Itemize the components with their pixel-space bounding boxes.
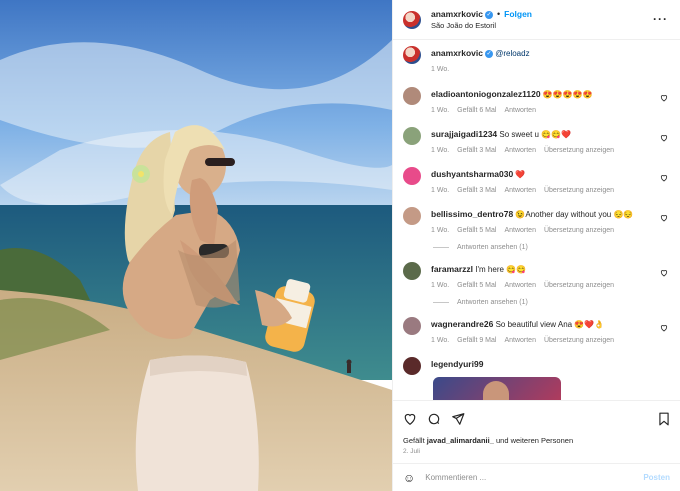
comment-username[interactable]: dushyantsharma030 [431, 169, 513, 179]
comment-username[interactable]: bellissimo_dentro78 [431, 209, 513, 219]
post-comment-button[interactable]: Posten [643, 473, 670, 482]
caption-avatar[interactable] [403, 46, 421, 64]
caption-username[interactable]: anamxrkovic [431, 48, 483, 58]
divider-line [433, 247, 449, 248]
view-replies-label: Antworten ansehen (1) [457, 244, 528, 251]
translate-link[interactable]: Übersetzung anzeigen [544, 227, 614, 234]
comment-username[interactable]: legendyuri99 [431, 359, 483, 369]
comment-time: 1 Wo. [431, 337, 450, 344]
translate-link[interactable]: Übersetzung anzeigen [544, 187, 614, 194]
reply-button[interactable]: Antworten [504, 337, 536, 344]
post-header: anamxrkovic ✓ • Folgen São João do Estoril … [393, 0, 680, 40]
like-heart-icon[interactable] [403, 412, 417, 426]
share-icon[interactable] [451, 412, 465, 426]
comment-likes[interactable]: Gefällt 3 Mal [457, 147, 496, 154]
comment-time: 1 Wo. [431, 107, 450, 114]
comment-time: 1 Wo. [431, 282, 450, 289]
comment-text: I'm here 😋😋 [473, 265, 527, 274]
comment-likes[interactable]: Gefällt 5 Mal [457, 282, 496, 289]
commenter-avatar[interactable] [403, 262, 421, 280]
reply-button[interactable]: Antworten [504, 187, 536, 194]
comment-like-heart-icon[interactable] [660, 134, 668, 142]
save-bookmark-icon[interactable] [658, 412, 670, 426]
translate-link[interactable]: Übersetzung anzeigen [544, 147, 614, 154]
comment-likes[interactable]: Gefällt 3 Mal [457, 187, 496, 194]
comment-like-heart-icon[interactable] [660, 94, 668, 102]
comment: faramarzzl I'm here 😋😋 1 Wo. Gefällt 5 Mal… [403, 262, 670, 291]
post-image[interactable] [0, 0, 392, 491]
commenter-avatar[interactable] [403, 87, 421, 105]
caption: anamxrkovic ✓ @reloadz 1 Wo. [403, 46, 670, 75]
view-replies-button[interactable]: Antworten ansehen (1) [433, 299, 670, 306]
beach-photo [0, 0, 392, 491]
reply-button[interactable]: Antworten [504, 107, 536, 114]
comment: bellissimo_dentro78 😉Another day without… [403, 207, 670, 236]
comment-time: 1 Wo. [431, 147, 450, 154]
comment-text: 😉Another day without you 😔😔 [513, 210, 634, 219]
author-avatar[interactable] [403, 10, 421, 29]
comment-text: ❤️ [513, 170, 526, 179]
comment: dushyantsharma030 ❤️ 1 Wo. Gefällt 3 Mal An… [403, 167, 670, 196]
translate-link[interactable]: Übersetzung anzeigen [544, 282, 614, 289]
comment-like-heart-icon[interactable] [660, 174, 668, 182]
comment-composer: ☺ Posten [393, 463, 680, 491]
comment: surajjaigadi1234 So sweet u 😋😋❤️ 1 Wo. Gef… [403, 127, 670, 156]
likes-user[interactable]: javad_alimardanii_ [427, 436, 494, 445]
comment-username[interactable]: eladioantoniogonzalez1120 [431, 89, 541, 99]
action-bar [393, 400, 680, 436]
commenter-avatar[interactable] [403, 207, 421, 225]
post-side-panel: anamxrkovic ✓ • Folgen São João do Estoril … [392, 0, 680, 491]
comment-text: 😍😍😍😍😍 [540, 90, 593, 99]
comment-input[interactable] [425, 473, 644, 482]
comment-likes[interactable]: Gefällt 5 Mal [457, 227, 496, 234]
reply-button[interactable]: Antworten [504, 227, 536, 234]
commenter-avatar[interactable] [403, 127, 421, 145]
separator-dot: • [496, 9, 501, 19]
comment-text: So beautiful view Ana 😍❤️👌 [493, 320, 605, 329]
comment-like-heart-icon[interactable] [660, 214, 668, 222]
comment: wagnerandre26 So beautiful view Ana 😍❤️👌… [403, 317, 670, 346]
comment-username[interactable]: wagnerandre26 [431, 319, 493, 329]
post-date: 2. Juli [403, 448, 420, 455]
divider-line [433, 302, 449, 303]
view-replies-label: Antworten ansehen (1) [457, 299, 528, 306]
comment-text: So sweet u 😋😋❤️ [497, 130, 572, 139]
commenter-avatar[interactable] [403, 167, 421, 185]
follow-button[interactable]: Folgen [504, 9, 532, 19]
comment-like-heart-icon[interactable] [660, 324, 668, 332]
reply-button[interactable]: Antworten [504, 147, 536, 154]
post-location[interactable]: São João do Estoril [431, 21, 532, 30]
reply-button[interactable]: Antworten [504, 282, 536, 289]
author-username[interactable]: anamxrkovic [431, 9, 483, 19]
comment: legendyuri99 [403, 357, 670, 375]
comment-username[interactable]: surajjaigadi1234 [431, 129, 497, 139]
comment-icon[interactable] [427, 412, 441, 426]
comment: eladioantoniogonzalez1120 😍😍😍😍😍 1 Wo. Gefä… [403, 87, 670, 116]
comment-likes[interactable]: Gefällt 9 Mal [457, 337, 496, 344]
likes-prefix: Gefällt [403, 436, 427, 445]
more-options-icon[interactable]: ··· [653, 12, 668, 26]
commenter-avatar[interactable] [403, 317, 421, 335]
commenter-avatar[interactable] [403, 357, 421, 375]
likes-summary: Gefällt javad_alimardanii_ und weiteren … [393, 436, 680, 446]
verified-badge-icon: ✓ [484, 10, 493, 19]
translate-link[interactable]: Übersetzung anzeigen [544, 337, 614, 344]
caption-mention[interactable]: @reloadz [495, 49, 529, 58]
emoji-icon[interactable]: ☺ [403, 471, 415, 485]
comments-list[interactable]: anamxrkovic ✓ @reloadz 1 Wo. eladioantoni… [393, 40, 680, 400]
comment-image[interactable] [433, 377, 561, 400]
comment-like-heart-icon[interactable] [660, 269, 668, 277]
view-replies-button[interactable]: Antworten ansehen (1) [433, 244, 670, 251]
comment-time: 1 Wo. [431, 187, 450, 194]
caption-time: 1 Wo. [431, 66, 450, 73]
comment-username[interactable]: faramarzzl [431, 264, 473, 274]
comment-time: 1 Wo. [431, 227, 450, 234]
comment-likes[interactable]: Gefällt 6 Mal [457, 107, 496, 114]
likes-suffix[interactable]: und weiteren Personen [494, 436, 573, 445]
verified-badge-icon: ✓ [484, 49, 493, 58]
